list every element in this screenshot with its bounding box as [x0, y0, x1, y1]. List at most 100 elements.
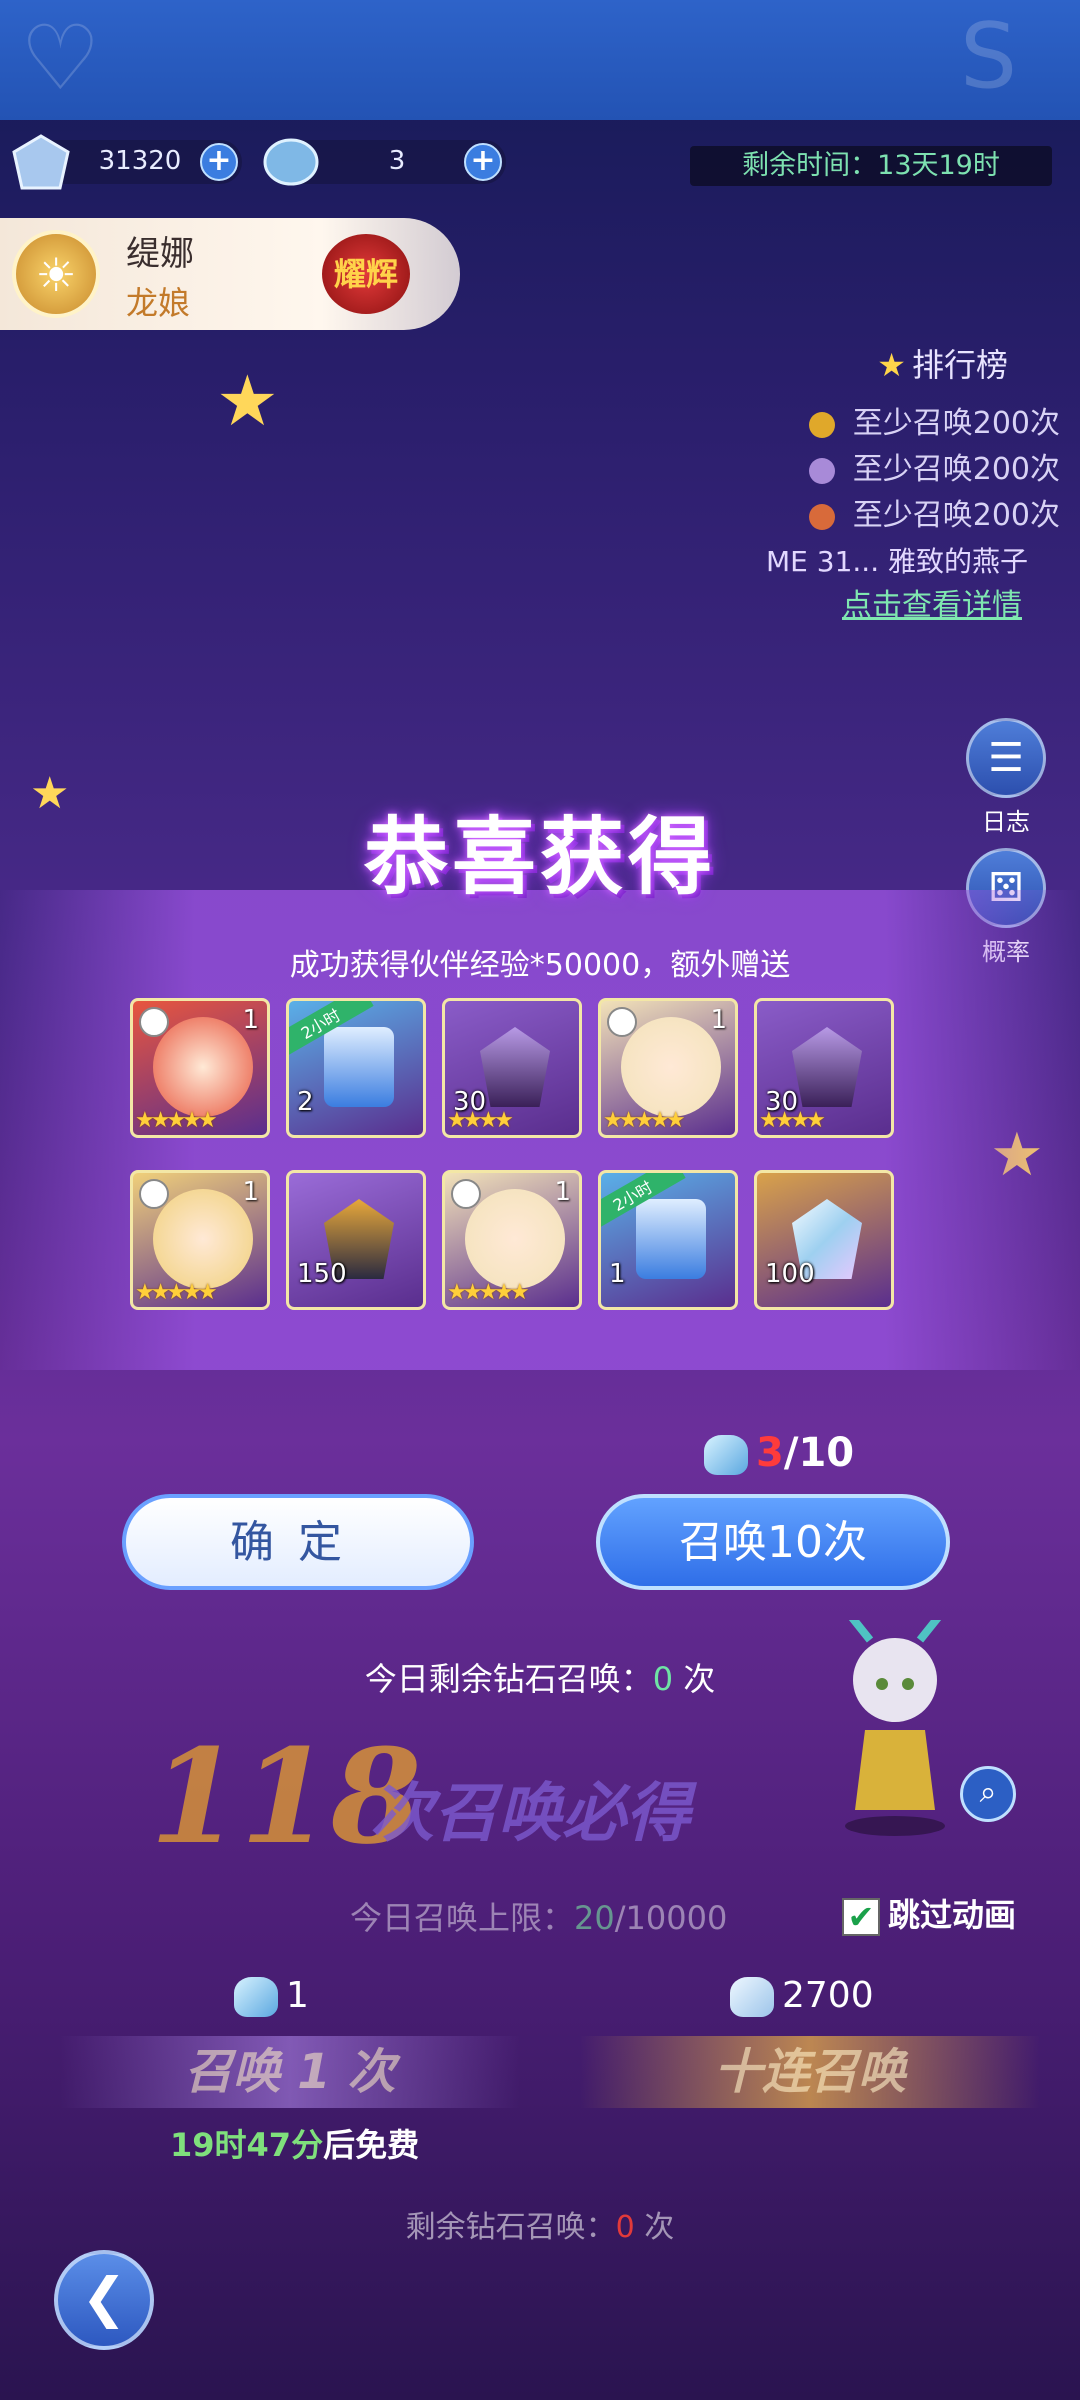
pity-text: 次召唤必得 [370, 1777, 690, 1851]
hero-card[interactable]: 缇娜 龙娘 耀辉 [0, 218, 460, 330]
counter-total: /10 [783, 1430, 855, 1476]
checkbox-checked-icon[interactable]: ✔ [842, 1898, 880, 1936]
reward-item[interactable]: 1 ★★★★★ [598, 998, 738, 1138]
hero-portrait [153, 1189, 253, 1289]
star-rating: ★★★★★ [603, 1108, 686, 1133]
star-rating: ★★★★★ [135, 1280, 218, 1305]
ranking-row: 至少召唤200次 [808, 490, 1060, 534]
reward-item[interactable]: 100 [754, 1170, 894, 1310]
role-icon [607, 1007, 637, 1037]
star-rating: ★★★★★ [447, 1280, 530, 1305]
reward-subtitle: 成功获得伙伴经验*50000，额外赠送 [289, 948, 791, 983]
item-count: 1 [554, 1177, 571, 1207]
counter-current: 3 [756, 1430, 784, 1476]
hero-portrait [621, 1017, 721, 1117]
crystal-count: 31320 [98, 146, 182, 176]
skip-animation-label: 跳过动画 [888, 1896, 1017, 1934]
scale-resource: 3 + [263, 138, 506, 186]
item-count: 1 [242, 1177, 259, 1207]
star-rating: ★★★★ [759, 1108, 826, 1133]
hero-name: 缇娜 [126, 234, 194, 274]
log-icon: ☰ [966, 718, 1046, 798]
single-cost-value: 1 [286, 1975, 309, 2016]
crystal-resource: 31320 + [12, 134, 242, 190]
star-rating: ★★★★ [447, 1108, 514, 1133]
reward-item[interactable]: 1 ★★★★★ [442, 1170, 582, 1310]
item-count: 2 [297, 1087, 314, 1117]
item-count: 100 [765, 1259, 815, 1289]
summon-ten-consecutive-button[interactable]: 十连召唤 [580, 2036, 1040, 2108]
skip-animation-toggle[interactable]: ✔ 跳过动画 [842, 1890, 1016, 1936]
daily-limit: 今日召唤上限：20/10000 [350, 1893, 727, 1939]
top-banner: ♡ S [0, 0, 1080, 120]
back-arrow-icon: ❮ [81, 2266, 127, 2329]
limit-label: 今日召唤上限： [350, 1899, 575, 1937]
item-count: 1 [242, 1005, 259, 1035]
role-icon [139, 1007, 169, 1037]
ranking-row: 至少召唤200次 [808, 398, 1060, 442]
single-cost: 1 [234, 1975, 309, 2017]
star-decoration-icon: ★ [216, 360, 279, 442]
reward-item[interactable]: 1 ★★★★★ [130, 998, 270, 1138]
zoom-icon[interactable]: ⌕ [960, 1766, 1016, 1822]
limit-value: 20 [574, 1899, 615, 1937]
ranking-title[interactable]: 排行榜 [877, 340, 1008, 386]
swirl-watermark-icon: S [960, 4, 1018, 109]
dragon-scale-icon [704, 1435, 748, 1475]
dragon-scale-icon [263, 138, 319, 186]
ten-cost: 2700 [730, 1975, 874, 2017]
role-icon [139, 1179, 169, 1209]
diamond-remaining: 剩余钻石召唤：0 次 [0, 2202, 1080, 2246]
remaining-time: 剩余时间：13天19时 [690, 146, 1052, 186]
shard-icon [480, 1027, 550, 1107]
rank-1-icon [808, 411, 835, 438]
remaining-label: 今日剩余钻石召唤： [364, 1660, 653, 1698]
item-count: 150 [297, 1259, 347, 1289]
add-scale-button[interactable]: + [464, 143, 502, 181]
diamond-label: 剩余钻石召唤： [405, 2210, 616, 2245]
chest-icon [636, 1199, 706, 1279]
details-link[interactable]: 点击查看详情 [842, 580, 1022, 624]
hero-badge: 耀辉 [322, 234, 410, 314]
diamond-suffix: 次 [634, 2210, 675, 2245]
ranking-row-label: 至少召唤200次 [852, 498, 1060, 533]
rank-3-icon [808, 503, 835, 530]
diamond-value: 0 [615, 2210, 635, 2245]
ranking-row-label: 至少召唤200次 [852, 452, 1060, 487]
reward-item[interactable]: 150 [286, 1170, 426, 1310]
congrats-title: 恭喜获得 [363, 808, 716, 906]
item-count: 1 [710, 1005, 727, 1035]
remaining-value: 0 [652, 1660, 674, 1698]
limit-total: /10000 [614, 1899, 728, 1937]
hero-title: 龙娘 [126, 284, 191, 322]
reward-item[interactable]: 30 ★★★★ [754, 998, 894, 1138]
ranking-row-label: 至少召唤200次 [852, 406, 1060, 441]
back-button[interactable]: ❮ [54, 2250, 154, 2350]
star-rating: ★★★★★ [135, 1108, 218, 1133]
add-crystal-button[interactable]: + [200, 143, 238, 181]
reward-item[interactable]: 2小时 2 [286, 998, 426, 1138]
heart-watermark-icon: ♡ [20, 6, 101, 111]
sun-emblem-icon [12, 230, 100, 318]
remaining-suffix: 次 [673, 1660, 716, 1698]
scale-count: 3 [388, 146, 406, 176]
role-icon [451, 1179, 481, 1209]
reward-item[interactable]: 30 ★★★★ [442, 998, 582, 1138]
summon-ten-button[interactable]: 召唤10次 [596, 1494, 950, 1590]
free-suffix: 后免费 [323, 2126, 420, 2164]
ranking-ticker: ME 31... 雅致的燕子 [766, 545, 1028, 578]
reward-item[interactable]: 1 ★★★★★ [130, 1170, 270, 1310]
shard-icon [792, 1027, 862, 1107]
reward-item[interactable]: 2小时 1 [598, 1170, 738, 1310]
summon-counter: 3/10 [704, 1430, 854, 1476]
ranking-row: 至少召唤200次 [808, 444, 1060, 488]
confirm-button[interactable]: 确定 [122, 1494, 474, 1590]
hero-portrait [465, 1189, 565, 1289]
ten-cost-value: 2700 [782, 1975, 874, 2016]
summon-once-button[interactable]: 召唤 1 次 [60, 2036, 520, 2108]
free-time: 19时47分 [170, 2126, 324, 2164]
hero-portrait [153, 1017, 253, 1117]
chest-icon [324, 1027, 394, 1107]
rank-2-icon [808, 457, 835, 484]
crystal-icon [730, 1977, 774, 2017]
